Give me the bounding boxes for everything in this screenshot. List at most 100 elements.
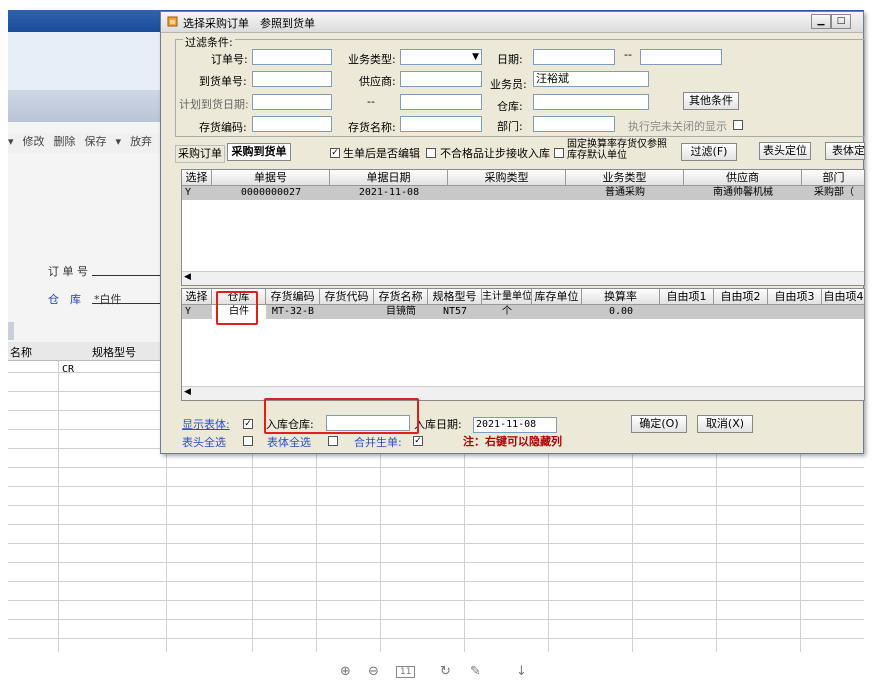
- row-select-flag: Y: [184, 187, 192, 198]
- inv-name-input[interactable]: [400, 116, 482, 132]
- toolbar-edit-button[interactable]: 修改: [23, 133, 45, 149]
- col-inv-name[interactable]: 存货名称: [374, 289, 428, 304]
- col-free-3[interactable]: 自由项3: [768, 289, 822, 304]
- order-no-input[interactable]: [252, 49, 332, 65]
- chevron-down-icon: ▼: [472, 52, 479, 62]
- toolbar-discard-button[interactable]: 放弃: [130, 133, 152, 149]
- col-bill-date[interactable]: 单据日期: [330, 170, 448, 185]
- ok-button[interactable]: 确定(O): [631, 415, 687, 433]
- toolbar-delete-button[interactable]: 删除: [54, 133, 76, 149]
- plan-date-from-input[interactable]: [252, 94, 332, 110]
- head-select-all-label[interactable]: 表头全选: [182, 434, 226, 450]
- in-date-label: 入库日期:: [414, 418, 462, 431]
- cancel-button[interactable]: 取消(X): [697, 415, 753, 433]
- col-stock-unit[interactable]: 库存单位: [532, 289, 582, 304]
- tab-purchase-order[interactable]: 采购订单: [175, 145, 225, 163]
- toolbar-dropdown-icon[interactable]: ▾: [8, 135, 14, 148]
- cell-biz-type: 普通采购: [605, 187, 645, 198]
- cell-inv-code: MT-32-B: [271, 306, 315, 317]
- toolbar-dropdown-icon[interactable]: ▾: [116, 135, 122, 148]
- closed-display-label: 执行完未关闭的显示: [628, 120, 727, 133]
- date-to-input[interactable]: [640, 49, 722, 65]
- buyer-input[interactable]: 汪裕斌: [533, 71, 649, 87]
- warehouse-label: 仓 库: [48, 293, 81, 306]
- tab-arrival-note[interactable]: 采购到货单: [227, 143, 291, 161]
- scroll-left-icon[interactable]: ◀: [184, 272, 191, 282]
- col-inv-code[interactable]: 存货编码: [266, 289, 320, 304]
- inv-code-input[interactable]: [252, 116, 332, 132]
- zoom-in-icon[interactable]: ⊕: [340, 664, 351, 679]
- col-conv-rate[interactable]: 换算率: [582, 289, 660, 304]
- background-band: [8, 90, 168, 122]
- col-supplier[interactable]: 供应商: [684, 170, 802, 185]
- hide-column-note: 注：右键可以隐藏列: [463, 435, 562, 448]
- arrival-no-input[interactable]: [252, 71, 332, 87]
- inv-name-label: 存货名称:: [348, 121, 396, 134]
- head-select-all-checkbox[interactable]: [243, 436, 253, 446]
- show-body-link[interactable]: 显示表体:: [182, 416, 230, 432]
- grid-header-name: 名称: [10, 346, 32, 359]
- col-main-unit[interactable]: 主计量单位: [482, 289, 532, 304]
- biz-type-select[interactable]: ▼: [400, 49, 482, 65]
- scroll-left-icon[interactable]: ◀: [184, 387, 191, 397]
- fixed-rate-label: 固定换算率存货仅参照库存默认单位: [567, 139, 667, 161]
- pen-icon[interactable]: ✎: [470, 664, 481, 679]
- minimize-button[interactable]: ▁: [811, 14, 831, 29]
- fixed-rate-checkbox[interactable]: [554, 148, 564, 158]
- filter-button[interactable]: 过滤(F): [681, 143, 737, 161]
- body-grid-header: 选择 仓库 存货编码 存货代码 存货名称 规格型号 主计量单位 库存单位 换算率…: [182, 289, 864, 305]
- fit-page-icon[interactable]: 11: [396, 666, 416, 678]
- col-free-2[interactable]: 自由项2: [714, 289, 768, 304]
- plan-date-separator: --: [367, 95, 375, 108]
- table-row[interactable]: Y 0000000027 2021-11-08 普通采购 南通帅馨机械 采购部（: [182, 186, 864, 200]
- edit-after-label: 生单后是否编辑: [343, 147, 420, 160]
- dialog-titlebar[interactable]: 选择采购订单 参照到货单 ▁ □: [161, 12, 863, 33]
- col-inv-alias[interactable]: 存货代码: [320, 289, 374, 304]
- cell-bill-date: 2021-11-08: [358, 187, 420, 198]
- supplier-input[interactable]: [400, 71, 482, 87]
- date-from-input[interactable]: [533, 49, 615, 65]
- edit-after-checkbox[interactable]: ✓: [330, 148, 340, 158]
- header-grid-scrollbar[interactable]: ◀: [182, 271, 864, 285]
- row-select-flag: Y: [184, 306, 192, 317]
- show-body-checkbox[interactable]: ✓: [243, 419, 253, 429]
- dept-input[interactable]: [533, 116, 615, 132]
- dept-label: 部门:: [497, 120, 523, 133]
- rotate-icon[interactable]: ↻: [440, 664, 451, 679]
- in-date-input[interactable]: 2021-11-08: [473, 417, 557, 433]
- date-label: 日期:: [497, 53, 523, 66]
- unqualified-checkbox[interactable]: [426, 148, 436, 158]
- col-free-4[interactable]: 自由项4: [822, 289, 864, 304]
- warehouse-filter-input[interactable]: [533, 94, 649, 110]
- col-purchase-type[interactable]: 采购类型: [448, 170, 566, 185]
- table-row[interactable]: Y 白件 MT-32-B 目镜筒 NT57 个 0.00: [182, 305, 864, 319]
- cell-main-unit: 个: [502, 306, 512, 317]
- col-dept[interactable]: 部门: [802, 170, 864, 185]
- head-locate-button[interactable]: 表头定位: [759, 142, 811, 160]
- other-conditions-button[interactable]: 其他条件: [683, 92, 739, 110]
- toolbar-save-button[interactable]: 保存: [85, 133, 107, 149]
- warehouse-filter-label: 仓库:: [497, 100, 523, 113]
- col-bill-no[interactable]: 单据号: [212, 170, 330, 185]
- background-panel: [8, 32, 168, 90]
- col-select[interactable]: 选择: [182, 170, 212, 185]
- cell-conv-rate: 0.00: [608, 306, 634, 317]
- biz-type-label: 业务类型:: [348, 53, 396, 66]
- col-biz-type[interactable]: 业务类型: [566, 170, 684, 185]
- body-select-all-checkbox[interactable]: [328, 436, 338, 446]
- download-icon[interactable]: ↓: [516, 664, 527, 679]
- highlight-in-warehouse: [264, 398, 419, 434]
- body-locate-button[interactable]: 表体定: [825, 142, 865, 160]
- body-grid: 选择 仓库 存货编码 存货代码 存货名称 规格型号 主计量单位 库存单位 换算率…: [181, 288, 865, 401]
- zoom-out-icon[interactable]: ⊖: [368, 664, 379, 679]
- maximize-button[interactable]: □: [831, 14, 851, 29]
- col-spec[interactable]: 规格型号: [428, 289, 482, 304]
- col-free-1[interactable]: 自由项1: [660, 289, 714, 304]
- closed-display-checkbox[interactable]: [733, 120, 743, 130]
- plan-date-to-input[interactable]: [400, 94, 482, 110]
- col-select[interactable]: 选择: [182, 289, 212, 304]
- body-select-all-label[interactable]: 表体全选: [267, 434, 311, 450]
- dialog-title: 选择采购订单 参照到货单: [183, 17, 315, 30]
- merge-checkbox[interactable]: ✓: [413, 436, 423, 446]
- cell-dept: 采购部（: [814, 187, 854, 198]
